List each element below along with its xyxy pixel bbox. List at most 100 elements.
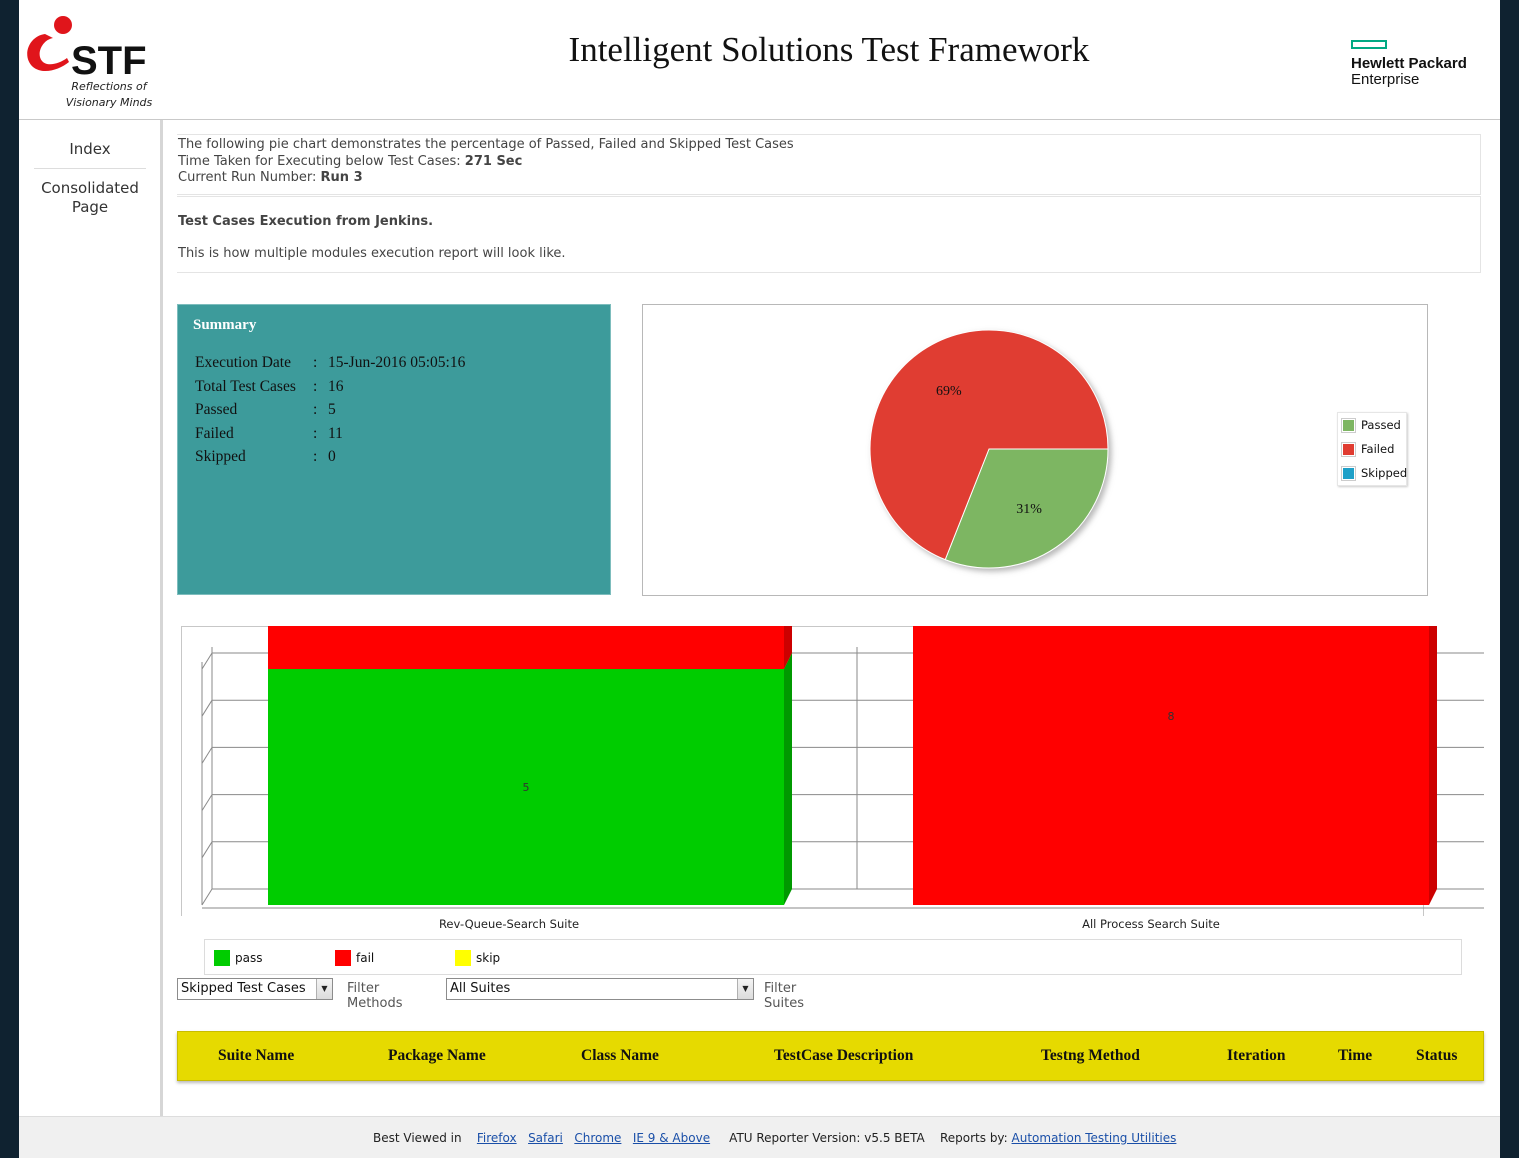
footer-text: Best Viewed in Firefox Safari Chrome IE … [373, 1131, 1176, 1145]
filter-suites-select[interactable]: All Suites ▼ [446, 978, 754, 1000]
legend-swatch-fail [335, 950, 351, 966]
bar-segment-fail[interactable] [268, 626, 792, 669]
svg-text:STF: STF [71, 39, 147, 82]
summary-label: Execution Date [195, 354, 291, 371]
summary-panel: Summary Execution Date:15-Jun-2016 05:05… [177, 304, 611, 595]
column-header-package-name[interactable]: Package Name [388, 1047, 486, 1065]
summary-title: Summary [193, 317, 257, 333]
bar-chart: 538 [201, 626, 1484, 909]
bar-legend: pass fail skip [204, 939, 1462, 975]
istf-logo: STF [27, 16, 147, 82]
summary-value: 15-Jun-2016 05:05:16 [328, 354, 466, 371]
sidebar-item-index[interactable]: Index [34, 140, 146, 169]
column-header-time[interactable]: Time [1338, 1047, 1372, 1065]
legend-swatch-passed [1342, 418, 1355, 432]
column-header-iteration[interactable]: Iteration [1227, 1047, 1286, 1065]
filter-suites-value: All Suites [450, 981, 511, 996]
legend-item-passed[interactable]: Passed [1342, 418, 1401, 432]
summary-value: 16 [328, 377, 344, 395]
bar-segment-fail[interactable] [913, 626, 1437, 905]
summary-row-passed: Passed:5 [195, 401, 465, 425]
legend-swatch-skipped [1342, 466, 1355, 480]
column-header-suite-name[interactable]: Suite Name [218, 1047, 294, 1065]
column-header-status[interactable]: Status [1416, 1047, 1457, 1065]
time-taken-label: Time Taken for Executing below Test Case… [178, 153, 465, 169]
legend-swatch-pass [214, 950, 230, 966]
summary-row-failed: Failed:11 [195, 425, 465, 449]
link-ie[interactable]: IE 9 & Above [633, 1131, 710, 1145]
legend-label: Skipped [1361, 466, 1408, 480]
jenkins-title: Test Cases Execution from Jenkins. [178, 214, 434, 229]
column-header-testng-method[interactable]: Testng Method [1041, 1047, 1140, 1065]
legend-item-fail[interactable]: fail [335, 950, 374, 966]
hpe-logo: Hewlett Packard Enterprise [1351, 40, 1491, 88]
legend-item-skipped[interactable]: Skipped [1342, 466, 1407, 480]
filter-suites-label: Filter Suites [764, 981, 804, 1011]
link-firefox[interactable]: Firefox [477, 1131, 517, 1145]
bar-category-label: All Process Search Suite [1082, 917, 1220, 931]
summary-row-execution-date: Execution Date:15-Jun-2016 05:05:16 [195, 354, 465, 378]
legend-label: skip [476, 951, 501, 965]
summary-table: Execution Date:15-Jun-2016 05:05:16 Tota… [195, 354, 465, 472]
chevron-down-icon[interactable]: ▼ [737, 979, 753, 999]
legend-label: pass [235, 951, 263, 965]
summary-label: Total Test Cases [195, 377, 296, 395]
footer: Best Viewed in Firefox Safari Chrome IE … [19, 1116, 1500, 1158]
hpe-brand-line2: Enterprise [1351, 71, 1420, 88]
legend-item-skip[interactable]: skip [455, 950, 500, 966]
summary-colon: : [313, 401, 318, 418]
jenkins-info-box: Test Cases Execution from Jenkins. This … [177, 196, 1481, 273]
legend-label: fail [356, 951, 375, 965]
bar-segment-pass[interactable] [268, 653, 792, 905]
run-info-box: The following pie chart demonstrates the… [177, 134, 1481, 195]
best-viewed-label: Best Viewed in [373, 1131, 462, 1145]
sidebar-item-consolidated-page[interactable]: Consolidated Page [34, 179, 146, 217]
summary-colon: : [313, 377, 318, 395]
pie-description: The following pie chart demonstrates the… [178, 137, 794, 152]
legend-item-pass[interactable]: pass [214, 950, 262, 966]
legend-swatch-skip [455, 950, 471, 966]
pie-chart: 31% 69% [869, 329, 1109, 569]
logo-tagline: Reflections of Visionary Minds [49, 79, 169, 111]
pie-slice-label: 31% [1016, 502, 1042, 517]
filter-methods-select[interactable]: Skipped Test Cases ▼ [177, 978, 333, 1000]
pie-slice-label: 69% [936, 384, 962, 399]
link-chrome[interactable]: Chrome [574, 1131, 621, 1145]
summary-value: 5 [328, 401, 336, 418]
run-number: Current Run Number: Run 3 [178, 170, 1480, 187]
summary-value: 11 [328, 424, 343, 442]
summary-row-skipped: Skipped:0 [195, 448, 465, 472]
sidebar: Index Consolidated Page [19, 120, 163, 1116]
link-automation-testing-utilities[interactable]: Automation Testing Utilities [1012, 1131, 1177, 1145]
time-taken: Time Taken for Executing below Test Case… [178, 154, 1480, 171]
summary-row-total: Total Test Cases:16 [195, 378, 465, 402]
run-number-value: Run 3 [320, 170, 363, 185]
column-header-class-name[interactable]: Class Name [581, 1047, 659, 1065]
summary-label: Passed [195, 401, 238, 418]
chevron-down-icon[interactable]: ▼ [316, 979, 332, 999]
legend-label: Failed [1361, 442, 1395, 456]
reports-by-label: Reports by: [939, 1131, 1008, 1145]
filter-methods-label: Filter Methods [347, 981, 403, 1011]
time-taken-value: 271 Sec [464, 153, 523, 169]
summary-colon: : [313, 354, 318, 371]
legend-item-failed[interactable]: Failed [1342, 442, 1394, 456]
summary-value: 0 [328, 448, 336, 465]
pie-legend: Passed Failed Skipped [1337, 412, 1407, 486]
summary-colon: : [313, 424, 318, 442]
legend-label: Passed [1361, 418, 1401, 432]
legend-swatch-failed [1342, 442, 1355, 456]
logo-tagline-line2: Visionary Minds [65, 96, 153, 109]
summary-label: Failed [195, 424, 234, 442]
page-title: Intelligent Solutions Test Framework [568, 30, 1090, 69]
hpe-brand-line1: Hewlett Packard [1351, 55, 1467, 72]
link-safari[interactable]: Safari [528, 1131, 563, 1145]
filter-methods-value: Skipped Test Cases [181, 981, 306, 996]
bar-value-label: 8 [1168, 710, 1175, 723]
pie-chart-panel: 31% 69% Passed Failed Skipped [642, 304, 1428, 596]
jenkins-description: This is how multiple modules execution r… [178, 246, 566, 261]
summary-label: Skipped [195, 448, 246, 465]
column-header-testcase-description[interactable]: TestCase Description [774, 1047, 913, 1065]
header: STF Reflections of Visionary Minds Intel… [19, 0, 1500, 120]
bar-category-label: Rev-Queue-Search Suite [438, 917, 580, 931]
